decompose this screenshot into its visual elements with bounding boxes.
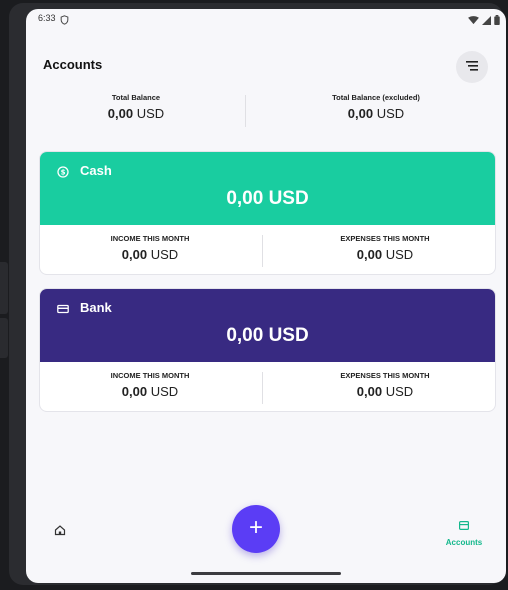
income-currency: USD xyxy=(150,384,179,399)
expenses-label: EXPENSES THIS MONTH xyxy=(340,234,430,243)
income-summary: INCOME THIS MONTH 0,00 USD xyxy=(40,234,260,262)
excluded-balance-amount: 0,00 xyxy=(347,106,374,121)
income-amount: 0,00 xyxy=(121,384,148,399)
footer-divider xyxy=(262,372,263,404)
nav-tab-accounts[interactable]: Accounts xyxy=(434,517,494,547)
sort-menu-button[interactable] xyxy=(456,51,488,83)
total-balance-excluded: Total Balance (excluded) 0,00 USD xyxy=(266,93,486,121)
account-card-bank[interactable]: Bank 0,00 USD INCOME THIS MONTH 0,00 USD… xyxy=(39,288,496,412)
income-value: 0,00 USD xyxy=(40,247,260,262)
wallet-icon xyxy=(459,517,470,534)
account-card-footer: INCOME THIS MONTH 0,00 USD EXPENSES THIS… xyxy=(40,225,495,274)
signal-icon xyxy=(482,12,491,30)
total-balance-amount: 0,00 xyxy=(107,106,134,121)
wifi-icon xyxy=(468,12,479,30)
expenses-value: 0,00 USD xyxy=(275,247,495,262)
device-side-button-lower xyxy=(0,318,8,358)
add-button[interactable]: + xyxy=(232,505,280,553)
status-bar: 6:33 xyxy=(26,9,506,29)
income-summary: INCOME THIS MONTH 0,00 USD xyxy=(40,371,260,399)
svg-text:$: $ xyxy=(61,169,66,177)
status-icons xyxy=(468,12,500,30)
total-balance-currency: USD xyxy=(136,106,165,121)
device-side-button-upper xyxy=(0,262,8,314)
expenses-summary: EXPENSES THIS MONTH 0,00 USD xyxy=(275,371,495,399)
income-label: INCOME THIS MONTH xyxy=(110,371,190,380)
sort-icon xyxy=(466,58,478,76)
expenses-value: 0,00 USD xyxy=(275,384,495,399)
total-balance-value: 0,00 USD xyxy=(26,106,246,121)
page-title: Accounts xyxy=(43,57,103,72)
expenses-summary: EXPENSES THIS MONTH 0,00 USD xyxy=(275,234,495,262)
account-balance: 0,00 USD xyxy=(226,325,309,346)
total-balance-label: Total Balance xyxy=(111,93,161,102)
account-card-header: Bank 0,00 USD xyxy=(40,289,495,362)
expenses-currency: USD xyxy=(385,247,414,262)
excluded-balance-label: Total Balance (excluded) xyxy=(332,93,420,102)
status-time: 6:33 xyxy=(38,13,56,23)
account-name: Cash xyxy=(80,163,112,178)
income-amount: 0,00 xyxy=(121,247,148,262)
app-screen: 6:33 Accounts Total Balance 0,00 USD Tot… xyxy=(26,9,506,583)
account-card-footer: INCOME THIS MONTH 0,00 USD EXPENSES THIS… xyxy=(40,362,495,411)
excluded-balance-value: 0,00 USD xyxy=(266,106,486,121)
credit-card-icon xyxy=(57,302,69,314)
expenses-currency: USD xyxy=(385,384,414,399)
gesture-home-indicator[interactable] xyxy=(191,572,341,575)
income-currency: USD xyxy=(150,247,179,262)
account-card-cash[interactable]: $ Cash 0,00 USD INCOME THIS MONTH 0,00 U… xyxy=(39,151,496,275)
device-frame: 6:33 Accounts Total Balance 0,00 USD Tot… xyxy=(9,3,506,585)
account-card-header: $ Cash 0,00 USD xyxy=(40,152,495,225)
footer-divider xyxy=(262,235,263,267)
totals-divider xyxy=(245,95,246,127)
shield-icon xyxy=(60,12,69,30)
battery-icon xyxy=(494,12,500,30)
excluded-balance-currency: USD xyxy=(376,106,405,121)
account-balance: 0,00 USD xyxy=(226,188,309,209)
totals-summary: Total Balance 0,00 USD Total Balance (ex… xyxy=(26,93,506,131)
income-label: INCOME THIS MONTH xyxy=(110,234,190,243)
dollar-circle-icon: $ xyxy=(57,165,69,178)
home-icon[interactable] xyxy=(54,523,66,536)
total-balance: Total Balance 0,00 USD xyxy=(26,93,246,121)
expenses-label: EXPENSES THIS MONTH xyxy=(340,371,430,380)
nav-accounts-label: Accounts xyxy=(445,538,483,547)
account-name: Bank xyxy=(80,300,112,315)
expenses-amount: 0,00 xyxy=(356,384,383,399)
expenses-amount: 0,00 xyxy=(356,247,383,262)
income-value: 0,00 USD xyxy=(40,384,260,399)
